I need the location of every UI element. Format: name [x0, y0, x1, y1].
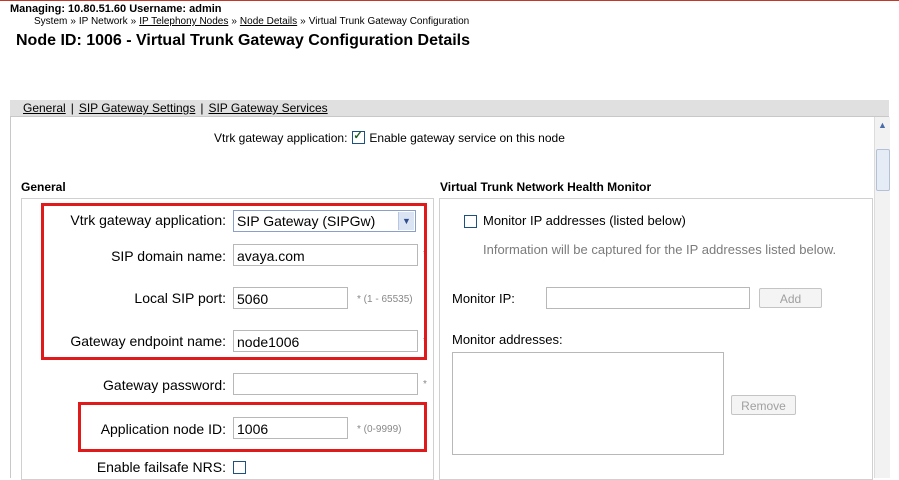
add-button[interactable]: Add: [759, 288, 822, 308]
page-title: Node ID: 1006 - Virtual Trunk Gateway Co…: [16, 32, 471, 49]
scroll-up-arrow-icon[interactable]: ▲: [875, 120, 890, 133]
enable-gateway-checkbox[interactable]: [352, 129, 366, 144]
breadcrumb-item: System: [34, 16, 68, 27]
header-rule: [0, 0, 899, 1]
enable-gateway-checkbox-label: Enable gateway service on this node: [369, 131, 565, 145]
breadcrumb-separator: »: [300, 16, 306, 27]
tab-sip-gateway-services[interactable]: SIP Gateway Services: [208, 101, 327, 115]
breadcrumb-item[interactable]: IP Telephony Nodes: [139, 16, 228, 27]
monitor-info-text: Information will be captured for the IP …: [483, 242, 837, 257]
tab-separator: |: [70, 101, 74, 115]
breadcrumb: System» IP Network» IP Telephony Nodes» Nod…: [34, 16, 469, 27]
monitor-ip-checkbox-label: Monitor IP addresses (listed below): [483, 213, 686, 228]
general-section-title: General: [21, 180, 66, 194]
breadcrumb-item[interactable]: Node Details: [240, 16, 297, 27]
scroll-thumb[interactable]: [876, 149, 890, 191]
breadcrumb-separator: »: [70, 16, 76, 27]
monitor-addresses-label: Monitor addresses:: [452, 332, 563, 347]
monitor-ip-input[interactable]: [546, 287, 750, 309]
tab-general[interactable]: General: [23, 101, 66, 115]
failsafe-nrs-checkbox[interactable]: [233, 461, 246, 474]
enable-gateway-row: Vtrk gateway application: Enable gateway …: [214, 129, 565, 145]
tab-sip-gateway-settings[interactable]: SIP Gateway Settings: [79, 101, 196, 115]
vertical-scrollbar[interactable]: ▲: [874, 117, 890, 478]
highlight-box: [41, 203, 427, 360]
highlight-box: [78, 402, 427, 452]
gateway-password-input[interactable]: [233, 373, 418, 395]
remove-button[interactable]: Remove: [731, 395, 796, 415]
health-monitor-title: Virtual Trunk Network Health Monitor: [440, 180, 652, 194]
managing-label: Managing: 10.80.51.60 Username: admin: [10, 3, 222, 15]
breadcrumb-separator: »: [231, 16, 237, 27]
breadcrumb-item: IP Network: [78, 16, 128, 27]
monitor-ip-label: Monitor IP:: [452, 291, 515, 306]
failsafe-nrs-label: Enable failsafe NRS:: [96, 459, 226, 475]
monitor-addresses-list[interactable]: [452, 352, 724, 455]
enable-row-label: Vtrk gateway application:: [214, 131, 348, 145]
breadcrumb-item: Virtual Trunk Gateway Configuration: [308, 16, 470, 27]
tab-bar: General | SIP Gateway Settings | SIP Gateway…: [10, 100, 889, 117]
breadcrumb-separator: »: [130, 16, 137, 27]
tab-separator: |: [200, 101, 204, 115]
monitor-ip-checkbox[interactable]: [464, 215, 477, 228]
required-mark: *: [423, 379, 427, 390]
gateway-password-label: Gateway password:: [103, 377, 226, 393]
